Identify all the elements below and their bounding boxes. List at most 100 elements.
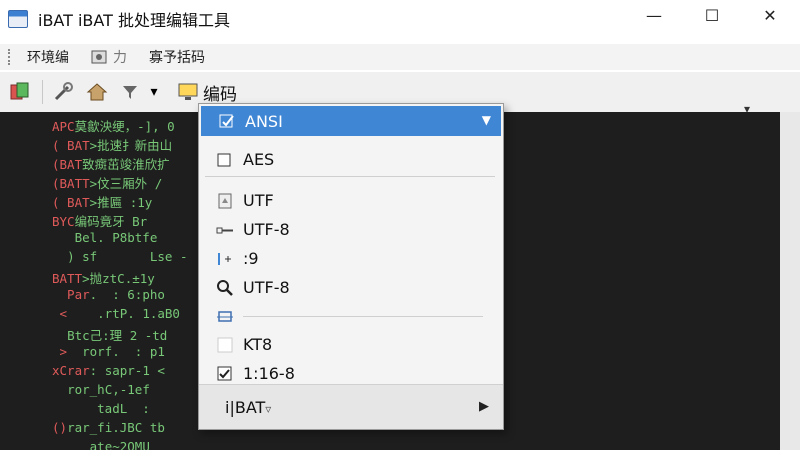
filter-button[interactable] <box>117 78 145 106</box>
close-button[interactable]: ✕ <box>746 0 794 30</box>
home-button[interactable] <box>83 78 111 106</box>
encoding-option-ansi[interactable]: ANSI ▼ <box>201 106 501 136</box>
wrench-icon <box>54 82 73 101</box>
encode-label: 编码 <box>203 84 237 105</box>
encoding-option-kt8[interactable]: KT8 <box>199 330 503 359</box>
encoding-option-utf8[interactable]: UTF-8 <box>199 215 503 244</box>
maximize-button[interactable]: ☐ <box>688 0 736 30</box>
ibat-submenu-label: i|BAT▿ <box>225 397 272 417</box>
code-line-prefix: (BAT <box>52 157 83 172</box>
edit-check-icon <box>217 111 237 131</box>
menu-bar: 环境编 力 寡予括码 <box>0 44 800 70</box>
code-line-text: >伩三厢外 / <box>89 176 163 191</box>
code-line: < .rtP. 1.aB0 <box>52 306 180 325</box>
encoding-option-label: :9 <box>243 249 259 268</box>
document-icon <box>215 191 235 211</box>
encoding-dropdown: ANSI ▼ AES UTF UTF-8 :9 UTF-8 KT8 1:16-8… <box>198 103 504 430</box>
code-line: Par. : 6:pho <box>52 287 165 306</box>
code-line-text: 莫歙泱绠，-], 0 <box>74 119 175 134</box>
chevron-down-icon: ▾ <box>150 84 158 100</box>
menu-divider <box>205 176 495 177</box>
code-line: ) sf Lse - <box>52 249 187 268</box>
copy-files-button[interactable] <box>6 78 34 106</box>
encoding-option-separator-row <box>199 302 503 331</box>
code-line-prefix: BATT <box>52 271 83 286</box>
code-line: > rorf. : p1 <box>52 344 165 363</box>
picture-icon <box>91 50 107 64</box>
encoding-option-label: KT8 <box>243 335 273 354</box>
encoding-option-label: 1:16-8 <box>243 364 295 383</box>
code-line-prefix <box>52 401 97 416</box>
code-line-text: ate~2OMU <box>89 439 150 450</box>
menubar-grip[interactable] <box>8 49 11 65</box>
code-line: BATT>抛ztC.±1y <box>52 268 155 287</box>
code-line: BYC编码竟牙 Br <box>52 211 147 230</box>
code-line-prefix: Par <box>52 287 90 302</box>
code-line: Btc己:理 2 -td <box>52 325 167 344</box>
vertical-scrollbar[interactable] <box>780 112 800 450</box>
encoding-option-label: UTF-8 <box>243 220 290 239</box>
blank-box-icon <box>215 335 235 355</box>
menu-item-label: 环境编 <box>27 50 69 66</box>
code-line: xCrar: sapr-1 < <box>52 363 165 382</box>
code-line: (BAT致癍茁竣淮欣扩 <box>52 154 170 173</box>
encoding-option-9[interactable]: :9 <box>199 244 503 273</box>
encoding-option-utf[interactable]: UTF <box>199 186 503 215</box>
key-icon <box>215 220 235 240</box>
menu-item-encoding[interactable]: 寡予括码 <box>143 45 211 69</box>
code-line-prefix: (BATT <box>52 176 90 191</box>
code-line-prefix: xCrar <box>52 363 90 378</box>
code-line: ( BAT>批速扌新由山 <box>52 135 172 154</box>
chevron-down-icon: ▼ <box>481 113 491 127</box>
tools-button[interactable] <box>49 78 77 106</box>
monitor-icon <box>178 83 198 100</box>
house-icon <box>86 83 108 101</box>
code-line-text: 编码竟牙 Br <box>74 214 148 229</box>
code-line-prefix: ( BAT <box>52 195 90 210</box>
code-line-prefix <box>52 249 67 264</box>
code-line-text: 致癍茁竣淮欣扩 <box>82 157 170 172</box>
code-line-prefix: ( BAT <box>52 138 90 153</box>
menu-item-force[interactable]: 力 <box>85 45 133 69</box>
printer-icon <box>215 307 235 327</box>
code-line: tadL : <box>52 401 150 420</box>
ibat-submenu[interactable]: i|BAT▿ ▶ <box>199 384 503 429</box>
code-line-text: . : 6:pho <box>89 287 165 302</box>
app-icon <box>8 10 28 28</box>
code-line: ate~2OMU <box>52 439 150 450</box>
code-line-text: .rtP. 1.aB0 <box>82 306 180 321</box>
filter-icon <box>123 86 137 99</box>
code-line-text: >批速扌新由山 <box>89 138 173 153</box>
code-line-text: : sapr-1 < <box>89 363 165 378</box>
code-line-prefix <box>52 439 90 450</box>
title-bar: iBAT iBAT 批处理编辑工具 — ☐ ✕ <box>0 0 800 38</box>
dropdown-toggle[interactable]: ▾ <box>145 78 163 106</box>
code-line-text: ) sf Lse - <box>67 249 188 264</box>
menu-item-environment[interactable]: 环境编 <box>21 45 75 69</box>
cursor-plus-icon <box>215 249 235 269</box>
code-line-prefix: () <box>52 420 68 435</box>
code-line-prefix: < <box>52 306 83 321</box>
code-line-text: >抛ztC.±1y <box>82 271 155 286</box>
code-line-text: rorf. : p1 <box>74 344 165 359</box>
toolbar-separator <box>42 80 43 104</box>
selected-encoding-label: ANSI <box>245 111 283 131</box>
search-icon <box>215 278 235 298</box>
encode-button[interactable]: 编码 <box>177 78 237 106</box>
checked-box-icon <box>215 364 235 384</box>
encoding-option-label: UTF-8 <box>243 278 290 297</box>
code-line: ()rar_fi.JBC tb <box>52 420 165 439</box>
menu-divider <box>243 316 483 317</box>
encoding-option-utf8-search[interactable]: UTF-8 <box>199 273 503 302</box>
code-line-prefix <box>52 382 67 397</box>
minimize-button[interactable]: — <box>630 0 678 30</box>
menu-item-label: 寡予括码 <box>149 50 205 66</box>
code-line-prefix: BYC <box>52 214 75 229</box>
code-line: APC莫歙泱绠，-], 0 <box>52 116 175 135</box>
encoding-option-aes[interactable]: AES <box>199 145 503 174</box>
code-line-text: rar_fi.JBC tb <box>67 420 165 435</box>
code-line-prefix <box>52 230 75 245</box>
code-line: Bel. P8btfe <box>52 230 158 249</box>
copy-files-icon <box>10 82 29 100</box>
code-line-text: tadL : <box>97 401 150 416</box>
